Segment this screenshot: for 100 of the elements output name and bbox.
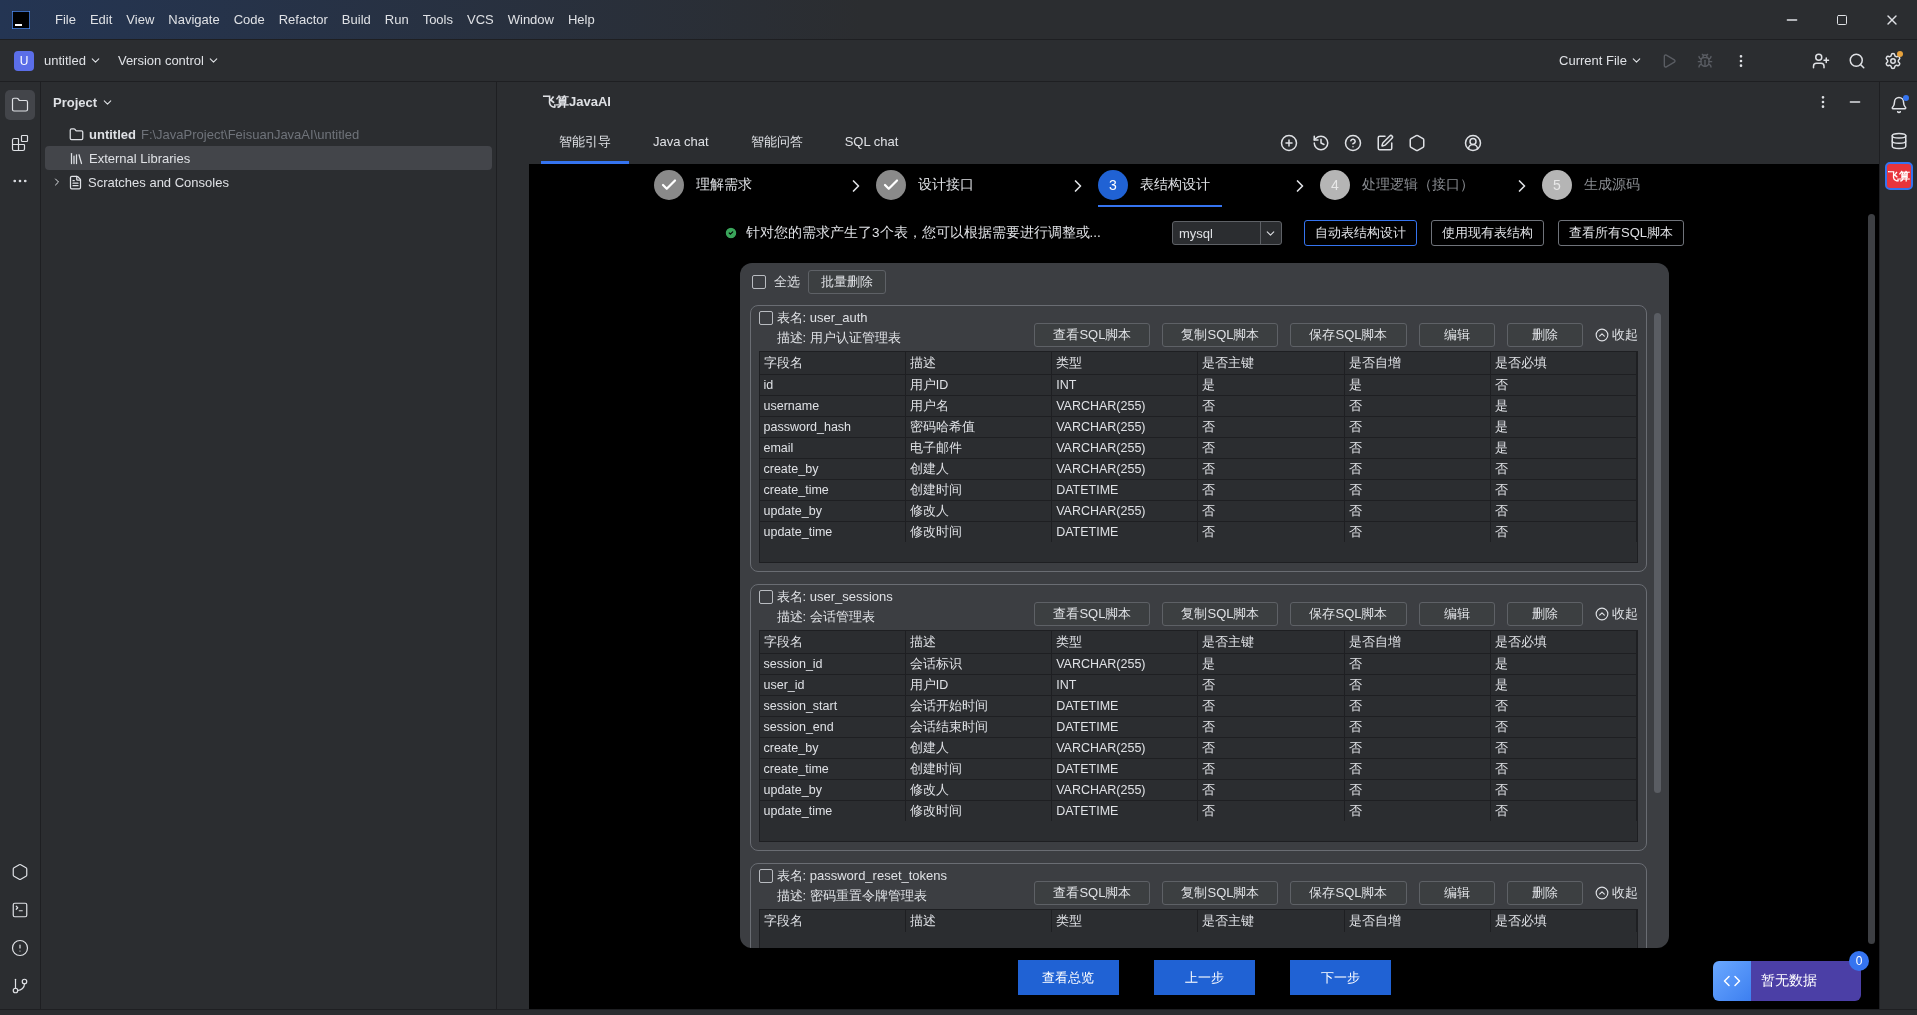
table-cell: DATETIME	[1052, 696, 1198, 716]
nav-button[interactable]: 下一步	[1289, 960, 1391, 995]
table-cell: 会话标识	[905, 654, 1052, 674]
table-action-button[interactable]: 删除	[1506, 323, 1583, 347]
table-cell: 否	[1198, 717, 1344, 737]
tab[interactable]: 智能问答	[732, 122, 821, 164]
collapse-button[interactable]: 收起	[1594, 884, 1638, 902]
menu-item[interactable]: Help	[560, 12, 602, 27]
run-config-selector[interactable]: Current File	[1553, 53, 1649, 68]
column-header: 类型	[1052, 631, 1198, 653]
menu-item[interactable]: Tools	[415, 12, 460, 27]
check-icon	[654, 169, 684, 200]
menu-item[interactable]: Code	[226, 12, 272, 27]
tree-item[interactable]: untitled F:\JavaProject\FeisuanJavaAI\untitled	[45, 122, 492, 146]
column-header: 字段名	[759, 910, 905, 932]
action-button[interactable]: 自动表结构设计	[1304, 220, 1417, 246]
tree-item[interactable]: Scratches and Consoles	[45, 170, 492, 194]
app-logo-icon	[12, 10, 30, 29]
table-cell: 否	[1344, 459, 1491, 479]
table-action-button[interactable]: 保存SQL脚本	[1290, 602, 1407, 626]
table-action-button[interactable]: 复制SQL脚本	[1162, 323, 1279, 347]
menu-item[interactable]: Window	[500, 12, 561, 27]
table-action-button[interactable]: 编辑	[1418, 602, 1495, 626]
column-header: 字段名	[759, 631, 905, 653]
table-action-button[interactable]: 编辑	[1418, 881, 1495, 905]
tree-item[interactable]: External Libraries	[45, 146, 492, 170]
check-icon	[876, 169, 906, 200]
table-cell: 否	[1198, 675, 1344, 695]
table-cell: DATETIME	[1052, 759, 1198, 779]
table-cell: 否	[1491, 801, 1637, 821]
scratches-icon	[68, 174, 83, 190]
table-cell: update_by	[759, 780, 905, 800]
column-header: 是否主键	[1198, 352, 1344, 374]
checkbox[interactable]	[758, 590, 773, 604]
table-cell: session_end	[759, 717, 905, 737]
plugin-logo[interactable]: 飞算	[1884, 162, 1913, 190]
menu-item[interactable]: Refactor	[271, 12, 335, 27]
column-header: 类型	[1052, 910, 1198, 932]
column-header: 描述	[905, 631, 1052, 653]
table-cell: password_hash	[759, 417, 905, 437]
project-selector[interactable]: untitled	[38, 53, 108, 68]
table-action-button[interactable]: 保存SQL脚本	[1290, 323, 1407, 347]
table-action-button[interactable]: 删除	[1506, 881, 1583, 905]
table-cell: 否	[1491, 696, 1637, 716]
scrollbar[interactable]	[1868, 214, 1875, 944]
table-action-button[interactable]: 查看SQL脚本	[1034, 881, 1151, 905]
collapse-button[interactable]: 收起	[1594, 605, 1638, 623]
table-cell: 否	[1198, 522, 1344, 542]
tab[interactable]: Java chat	[635, 122, 727, 164]
action-button[interactable]: 使用现有表结构	[1431, 220, 1544, 246]
menu-item[interactable]: Run	[377, 12, 416, 27]
table-cell: 是	[1344, 375, 1491, 395]
scrollbar[interactable]	[1653, 313, 1661, 793]
table-action-button[interactable]: 删除	[1506, 602, 1583, 626]
panel-title[interactable]: Project	[41, 82, 115, 122]
action-button[interactable]: 查看所有SQL脚本	[1558, 220, 1684, 246]
vcs-selector[interactable]: Version control	[111, 53, 226, 68]
table-cell: 创建人	[905, 459, 1052, 479]
table-action-button[interactable]: 查看SQL脚本	[1034, 602, 1151, 626]
menu-item[interactable]: Edit	[82, 12, 120, 27]
menu-item[interactable]: Build	[334, 12, 378, 27]
table-cell: 修改人	[905, 501, 1052, 521]
menu-item[interactable]: File	[48, 12, 83, 27]
table-cell: 电子邮件	[905, 438, 1052, 458]
select-all-label: 全选	[773, 273, 800, 291]
collapse-icon	[1594, 607, 1609, 621]
code-icon[interactable]	[1713, 961, 1751, 1001]
menu-item[interactable]: Navigate	[161, 12, 227, 27]
table-cell: 是	[1491, 396, 1637, 416]
checkbox[interactable]	[758, 311, 773, 325]
table-action-button[interactable]: 复制SQL脚本	[1162, 602, 1279, 626]
library-icon	[69, 150, 84, 166]
batch-delete-button[interactable]: 批量删除	[807, 270, 886, 294]
column-header: 描述	[905, 352, 1052, 374]
menu-item[interactable]: VCS	[460, 12, 501, 27]
table-cell: 是	[1491, 438, 1637, 458]
nav-button[interactable]: 上一步	[1153, 960, 1255, 995]
success-icon	[724, 226, 738, 240]
nav-button[interactable]: 查看总览	[1017, 960, 1119, 995]
table-action-button[interactable]: 查看SQL脚本	[1034, 323, 1151, 347]
checkbox[interactable]	[758, 869, 773, 883]
table-cell: VARCHAR(255)	[1052, 438, 1198, 458]
table-cell: 是	[1198, 375, 1344, 395]
database-select[interactable]: mysql	[1172, 221, 1282, 245]
table-cell: 修改人	[905, 780, 1052, 800]
table-cell: 否	[1491, 375, 1637, 395]
table-action-button[interactable]: 编辑	[1418, 323, 1495, 347]
tab[interactable]: SQL chat	[826, 122, 917, 164]
table-cell: 否	[1198, 759, 1344, 779]
menu-item[interactable]: View	[119, 12, 162, 27]
table-action-button[interactable]: 复制SQL脚本	[1162, 881, 1279, 905]
folder-icon[interactable]	[5, 90, 35, 120]
table-cell: 用户ID	[905, 375, 1052, 395]
checkbox[interactable]	[751, 275, 766, 289]
table-cell: 密码哈希值	[905, 417, 1052, 437]
table-cell: 否	[1491, 780, 1637, 800]
table-cell: 否	[1344, 780, 1491, 800]
table-cell: 否	[1344, 759, 1491, 779]
collapse-button[interactable]: 收起	[1594, 326, 1638, 344]
table-action-button[interactable]: 保存SQL脚本	[1290, 881, 1407, 905]
